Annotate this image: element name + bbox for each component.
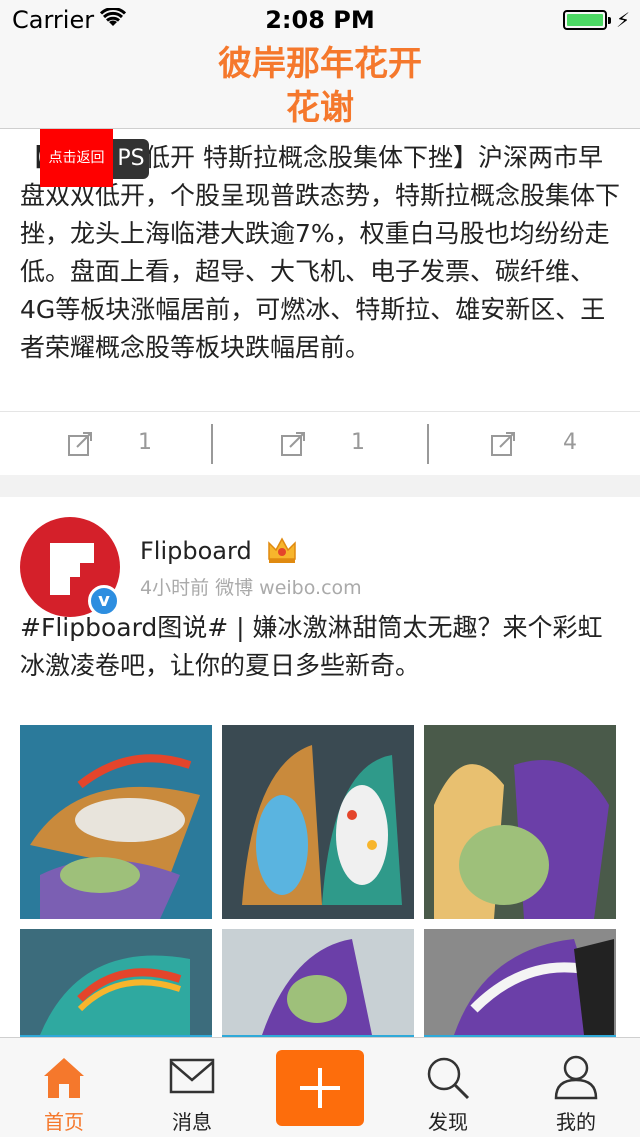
share-icon (68, 432, 92, 456)
title-line-1: 彼岸那年花开 (218, 44, 422, 84)
ps-badge: PS (113, 139, 149, 179)
tab-label: 发现 (428, 1110, 468, 1134)
search-icon (427, 1057, 470, 1100)
action-bar: 1 1 4 (0, 411, 640, 476)
envelope-icon (169, 1058, 215, 1094)
weibo-card[interactable]: 【沪指小幅低开 特斯拉概念股集体下挫】沪深两市早盘双双低开，个股呈现普跌态势，特… (0, 129, 640, 475)
tab-label: 我的 (556, 1110, 596, 1134)
home-icon (44, 1058, 84, 1098)
tab-label: 消息 (172, 1110, 212, 1134)
taco-ice-cream-photo (424, 929, 616, 1035)
top-bar: Carrier 2:08 PM ⚡ 彼岸那年花开 花谢 (0, 0, 640, 129)
weibo-card[interactable]: v Flipboard 4小时前 微博 weibo.com #Flipboard… (0, 497, 640, 1123)
action-count: 1 (351, 430, 365, 455)
share-icon (491, 432, 515, 456)
status-bar: Carrier 2:08 PM ⚡ (0, 0, 640, 40)
share-icon (281, 432, 305, 456)
title-line-2: 花谢 (286, 88, 354, 128)
taco-ice-cream-photo (20, 725, 212, 919)
tab-discover[interactable]: 发现 (384, 1038, 512, 1137)
tab-bar: 首页 消息 发现 我的 (0, 1037, 640, 1137)
clock: 2:08 PM (265, 6, 375, 34)
crown-icon (268, 537, 296, 563)
charging-icon: ⚡ (616, 8, 631, 32)
photo-thumb[interactable] (222, 725, 414, 919)
taco-ice-cream-photo (20, 929, 212, 1035)
post-text: #Flipboard图说# | 嫌冰激淋甜筒太无趣？来个彩虹冰激凌卷吧，让你的夏… (20, 613, 603, 680)
photo-thumb[interactable] (20, 725, 212, 919)
tab-messages[interactable]: 消息 (128, 1038, 256, 1137)
action-share-2[interactable]: 1 (213, 412, 425, 476)
photo-thumb[interactable] (424, 725, 616, 919)
tab-home[interactable]: 首页 (0, 1038, 128, 1137)
battery-icon (563, 10, 611, 30)
action-share-1[interactable]: 1 (0, 412, 212, 476)
post-meta: 4小时前 微博 weibo.com (140, 577, 362, 599)
person-icon (554, 1055, 598, 1100)
action-count: 1 (138, 430, 152, 455)
username[interactable]: Flipboard (140, 537, 252, 565)
tab-label: 首页 (44, 1110, 84, 1134)
action-count: 4 (563, 430, 577, 455)
taco-ice-cream-photo (222, 929, 414, 1035)
taco-ice-cream-photo (222, 725, 414, 919)
action-share-3[interactable]: 4 (429, 412, 640, 476)
page-title: 彼岸那年花开 花谢 (0, 42, 640, 130)
compose-button[interactable] (276, 1050, 364, 1126)
tab-profile[interactable]: 我的 (512, 1038, 640, 1137)
back-button[interactable]: 点击返回 (40, 129, 113, 187)
taco-ice-cream-photo (424, 725, 616, 919)
